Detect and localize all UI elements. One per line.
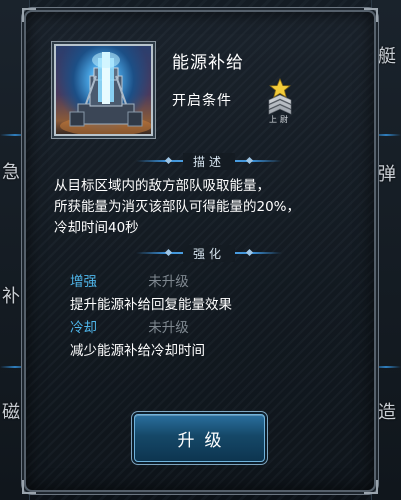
background-label: 补 — [2, 286, 20, 307]
rank-label: 上尉 — [269, 115, 291, 124]
enhance-item-name: 冷却 — [70, 320, 97, 336]
skill-description: 从目标区域内的敌方部队吸取能量， 所获能量为消灭该部队可得能量的20%， 冷却时… — [54, 178, 301, 236]
enhance-item-boost: 增强 未升级 — [70, 270, 189, 290]
enhance-item-name: 增强 — [70, 274, 97, 290]
skill-info-panel: 能源补给 开启条件 上尉 描述 从目标区域内的敌方部队吸取能量， 所获能量为消灭… — [22, 8, 378, 494]
enhance-item-effect: 减少能源补给冷却时间 — [70, 343, 205, 359]
panel-corner — [22, 8, 36, 22]
background-label: 弹 — [378, 164, 396, 185]
enhance-item-effect: 提升能源补给回复能量效果 — [70, 297, 232, 313]
header-ornament — [245, 156, 254, 165]
panel-corner — [364, 8, 378, 22]
header-ornament — [164, 156, 173, 165]
description-header-label: 描述 — [182, 152, 235, 170]
header-ornament — [245, 248, 254, 257]
background-label: 造 — [378, 402, 396, 423]
enhance-header: 强化 — [136, 244, 282, 262]
energy-tower-icon — [54, 44, 153, 136]
header-ornament — [164, 248, 173, 257]
background-label: 急 — [2, 162, 20, 183]
upgrade-button[interactable]: 升级 — [134, 414, 265, 462]
enhance-header-label: 强化 — [182, 244, 235, 262]
unlock-condition-label: 开启条件 — [172, 93, 232, 109]
enhance-item-cooldown: 冷却 未升级 — [70, 316, 189, 336]
background-label: 艇 — [378, 46, 396, 67]
game-screen: 急 补 磁 艇 弹 造 能源补给 开启条件 上尉 描述 从目标区域内的敌方部队吸… — [0, 0, 401, 500]
panel-corner — [22, 480, 36, 494]
background-label: 磁 — [2, 402, 20, 423]
skill-title: 能源补给 — [172, 53, 244, 73]
panel-corner — [364, 480, 378, 494]
enhance-item-status: 未升级 — [148, 320, 189, 336]
description-header: 描述 — [136, 152, 282, 170]
enhance-item-status: 未升级 — [148, 274, 189, 290]
